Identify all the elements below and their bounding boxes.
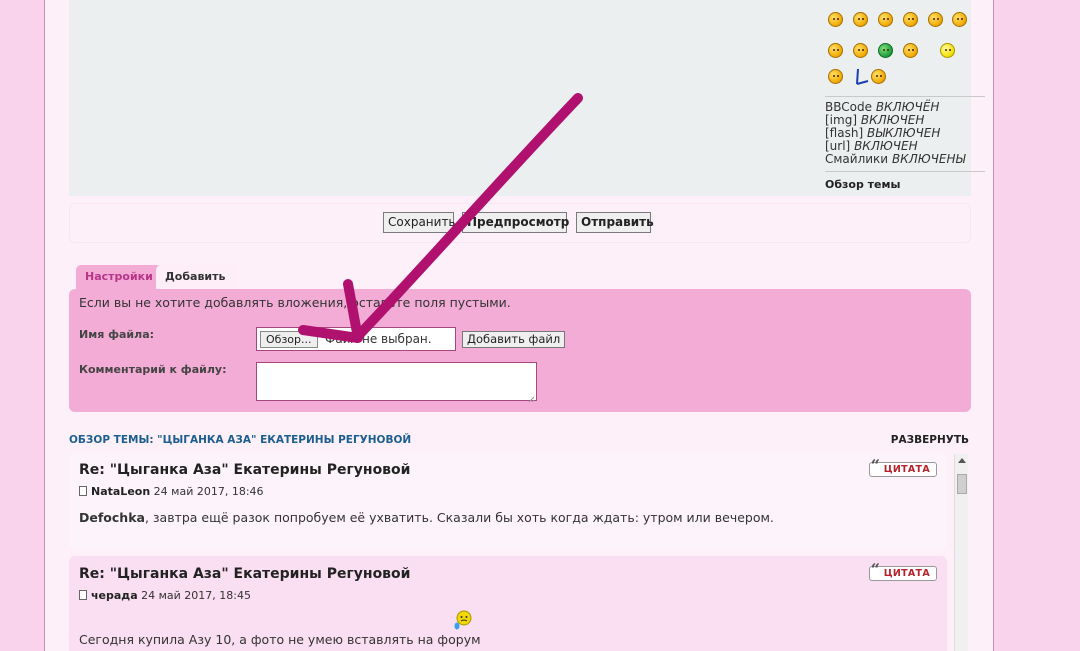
nerd-icon[interactable] xyxy=(828,69,843,84)
geek-icon[interactable] xyxy=(903,43,918,58)
editor-panel: BBCode ВКЛЮЧЁН [img] ВКЛЮЧЕН [flash] ВЫК… xyxy=(69,0,985,196)
preview-button[interactable]: Предпросмотр xyxy=(462,212,569,233)
exclaim-icon[interactable] xyxy=(903,12,918,27)
post-title[interactable]: Re: "Цыганка Аза" Екатерины Регуновой xyxy=(79,566,410,582)
post-author[interactable]: NataLeon xyxy=(91,485,150,498)
post-icon xyxy=(79,486,87,496)
quote-mark-icon: “ xyxy=(870,456,881,475)
divider xyxy=(825,171,985,172)
topic-review-title: ОБЗОР ТЕМЫ: "ЦЫГАНКА АЗА" ЕКАТЕРИНЫ РЕГУ… xyxy=(69,434,412,446)
post-body: Defochka, завтра ещё разок попробуем её … xyxy=(79,510,774,525)
post-item: Re: "Цыганка Аза" Екатерины Регуновой “Ц… xyxy=(69,452,947,549)
topic-review-posts: Re: "Цыганка Аза" Екатерины Регуновой “Ц… xyxy=(69,452,969,651)
post-item: Re: "Цыганка Аза" Екатерины Регуновой “Ц… xyxy=(69,556,947,651)
scroll-up-icon[interactable] xyxy=(958,458,966,463)
post-date: 24 май 2017, 18:45 xyxy=(141,589,251,602)
post-date: 24 май 2017, 18:46 xyxy=(153,485,264,498)
quote-button[interactable]: “ЦИТАТА xyxy=(868,456,937,477)
filename-label: Имя файла: xyxy=(79,328,155,341)
neutral-icon[interactable] xyxy=(853,43,868,58)
add-file-button[interactable]: Добавить файл xyxy=(462,331,566,348)
submit-buttons-bar: Сохранить Предпросмотр Отправить xyxy=(69,203,971,243)
smilies-status: Смайлики ВКЛЮЧЕНЫ xyxy=(825,152,966,166)
post-author[interactable]: черада xyxy=(91,589,138,602)
mrgreen-icon[interactable] xyxy=(878,43,893,58)
topic-review-link[interactable]: Обзор темы xyxy=(825,178,985,191)
tab-settings[interactable]: Настройки xyxy=(76,265,162,289)
scroll-thumb[interactable] xyxy=(957,474,967,494)
post-body: Сегодня купила Азу 10, а фото не умею вс… xyxy=(79,632,481,647)
page-container: BBCode ВКЛЮЧЁН [img] ВКЛЮЧЕН [flash] ВЫК… xyxy=(44,0,994,651)
bike-icon[interactable] xyxy=(871,69,886,84)
post-meta: NataLeon 24 май 2017, 18:46 xyxy=(79,485,264,498)
crying-smiley-icon xyxy=(454,610,472,630)
post-meta: черада 24 май 2017, 18:45 xyxy=(79,589,251,602)
evil-icon[interactable] xyxy=(828,12,843,27)
comment-label: Комментарий к файлу: xyxy=(79,363,227,376)
bike-rider-icon xyxy=(856,68,869,85)
attachments-panel: Если вы не хотите добавлять вложения, ос… xyxy=(69,289,971,412)
post-icon xyxy=(79,590,87,600)
ugeek-icon[interactable] xyxy=(940,43,955,58)
resize-grip-icon[interactable] xyxy=(528,392,535,403)
rolleyes-icon[interactable] xyxy=(878,12,893,27)
arrow-icon[interactable] xyxy=(828,43,843,58)
topic-review-header: ОБЗОР ТЕМЫ: "ЦЫГАНКА АЗА" ЕКАТЕРИНЫ РЕГУ… xyxy=(69,434,969,448)
quote-button[interactable]: “ЦИТАТА xyxy=(868,560,937,581)
save-button[interactable]: Сохранить xyxy=(383,212,456,233)
comment-textarea[interactable] xyxy=(256,362,537,401)
quote-mark-icon: “ xyxy=(870,560,881,579)
browse-button[interactable]: Обзор... xyxy=(260,331,318,348)
expand-link[interactable]: РАЗВЕРНУТЬ xyxy=(891,434,969,446)
mad-icon[interactable] xyxy=(853,12,868,27)
post-title[interactable]: Re: "Цыганка Аза" Екатерины Регуновой xyxy=(79,462,410,478)
tab-attachments[interactable]: Добавить вложения xyxy=(156,265,238,307)
file-status: Файл не выбран. xyxy=(325,332,432,346)
attachments-hint: Если вы не хотите добавлять вложения, ос… xyxy=(79,295,511,310)
review-scrollbar[interactable] xyxy=(954,454,968,651)
file-input[interactable]: Обзор... Файл не выбран. xyxy=(256,327,456,351)
divider xyxy=(825,96,985,97)
idea-icon[interactable] xyxy=(952,12,967,27)
posting-options: BBCode ВКЛЮЧЁН [img] ВКЛЮЧЕН [flash] ВЫК… xyxy=(825,96,985,191)
submit-button[interactable]: Отправить xyxy=(576,212,654,233)
question-icon[interactable] xyxy=(928,12,943,27)
